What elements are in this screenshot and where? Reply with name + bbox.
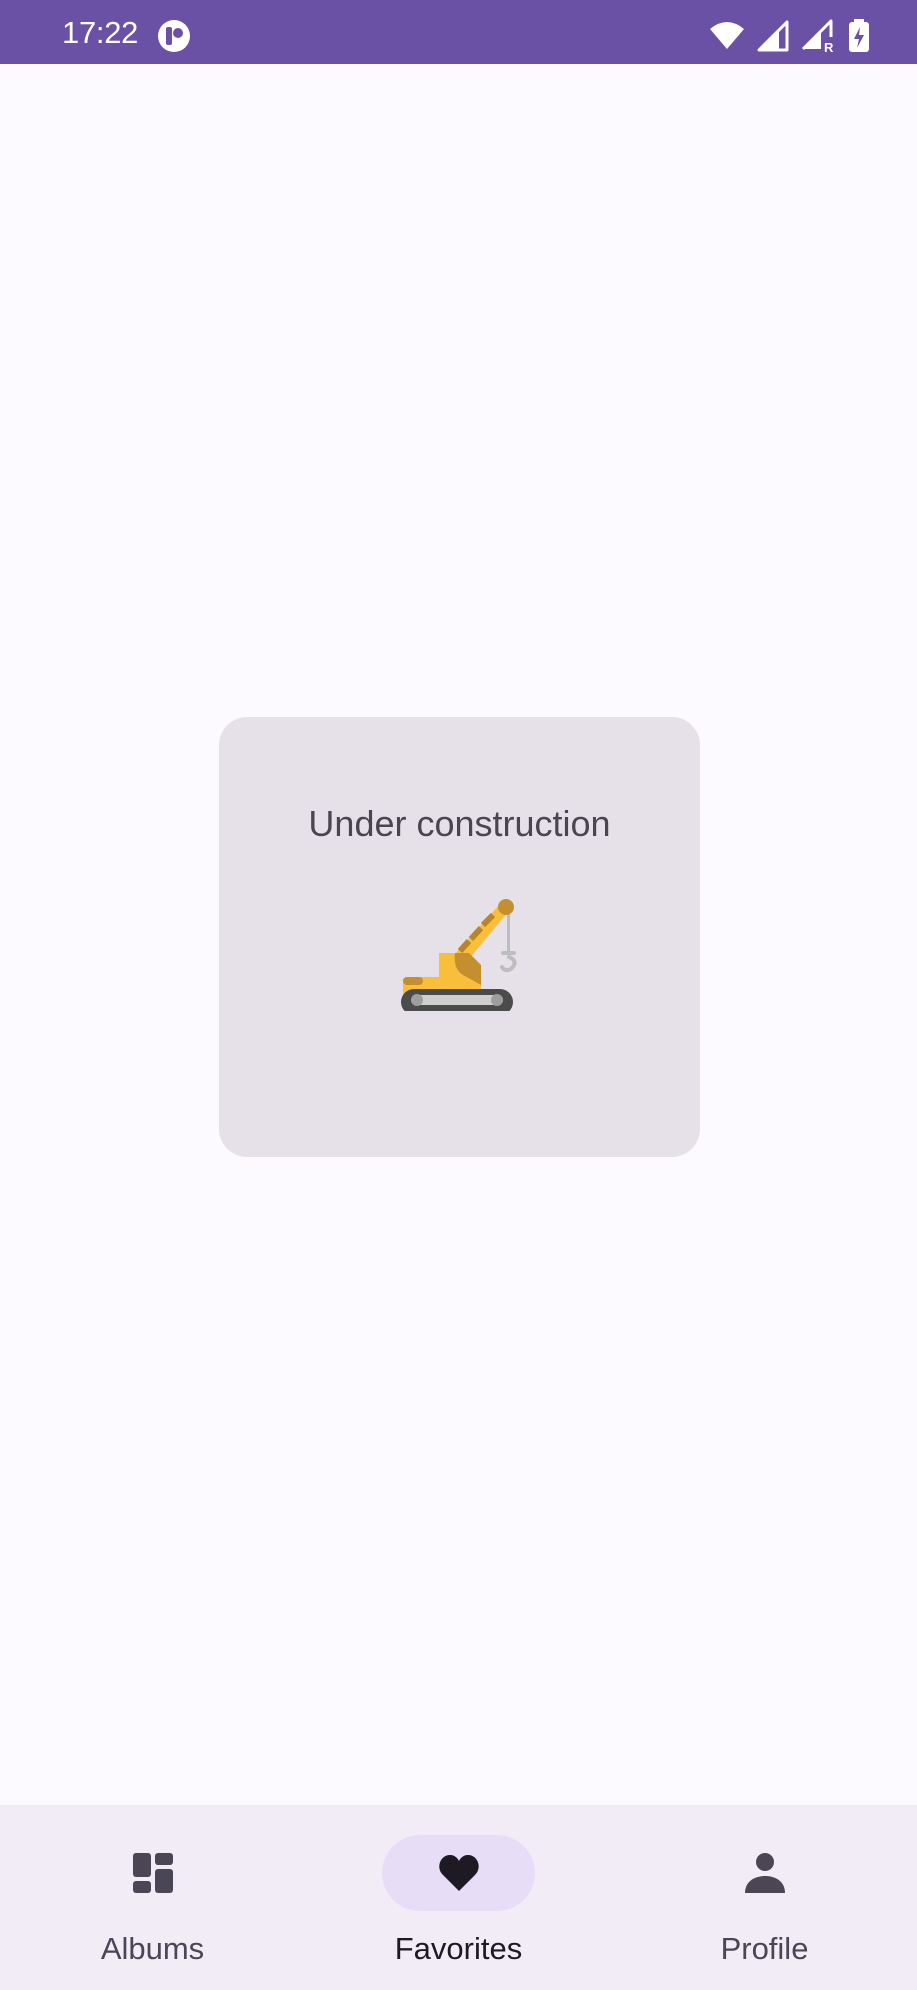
nav-label-albums: Albums bbox=[100, 1931, 205, 1966]
signal-icon bbox=[757, 20, 789, 52]
under-construction-card: Under construction bbox=[219, 717, 700, 1157]
status-icons: R bbox=[709, 18, 871, 54]
battery-charging-icon bbox=[849, 19, 869, 52]
person-icon bbox=[745, 1853, 785, 1893]
dashboard-icon bbox=[133, 1853, 173, 1893]
nav-item-albums[interactable]: Albums bbox=[0, 1805, 305, 1990]
nav-item-profile[interactable]: Profile bbox=[612, 1805, 917, 1990]
main-content: Under construction bbox=[0, 64, 917, 1805]
nav-label-profile: Profile bbox=[720, 1931, 809, 1966]
nav-item-favorites[interactable]: Favorites bbox=[306, 1805, 611, 1990]
roaming-indicator: R bbox=[824, 40, 834, 53]
card-title: Under construction bbox=[308, 803, 611, 844]
wifi-icon bbox=[710, 22, 744, 49]
bottom-navigation: Albums Favorites Profile bbox=[0, 1805, 917, 1990]
status-bar: 17:22 R bbox=[0, 0, 917, 64]
nav-label-favorites: Favorites bbox=[394, 1931, 523, 1966]
notification-app-icon bbox=[158, 20, 190, 52]
crane-icon bbox=[401, 899, 517, 1011]
heart-icon bbox=[439, 1854, 479, 1891]
signal-roaming-icon: R bbox=[801, 19, 834, 53]
status-time: 17:22 bbox=[62, 15, 139, 50]
